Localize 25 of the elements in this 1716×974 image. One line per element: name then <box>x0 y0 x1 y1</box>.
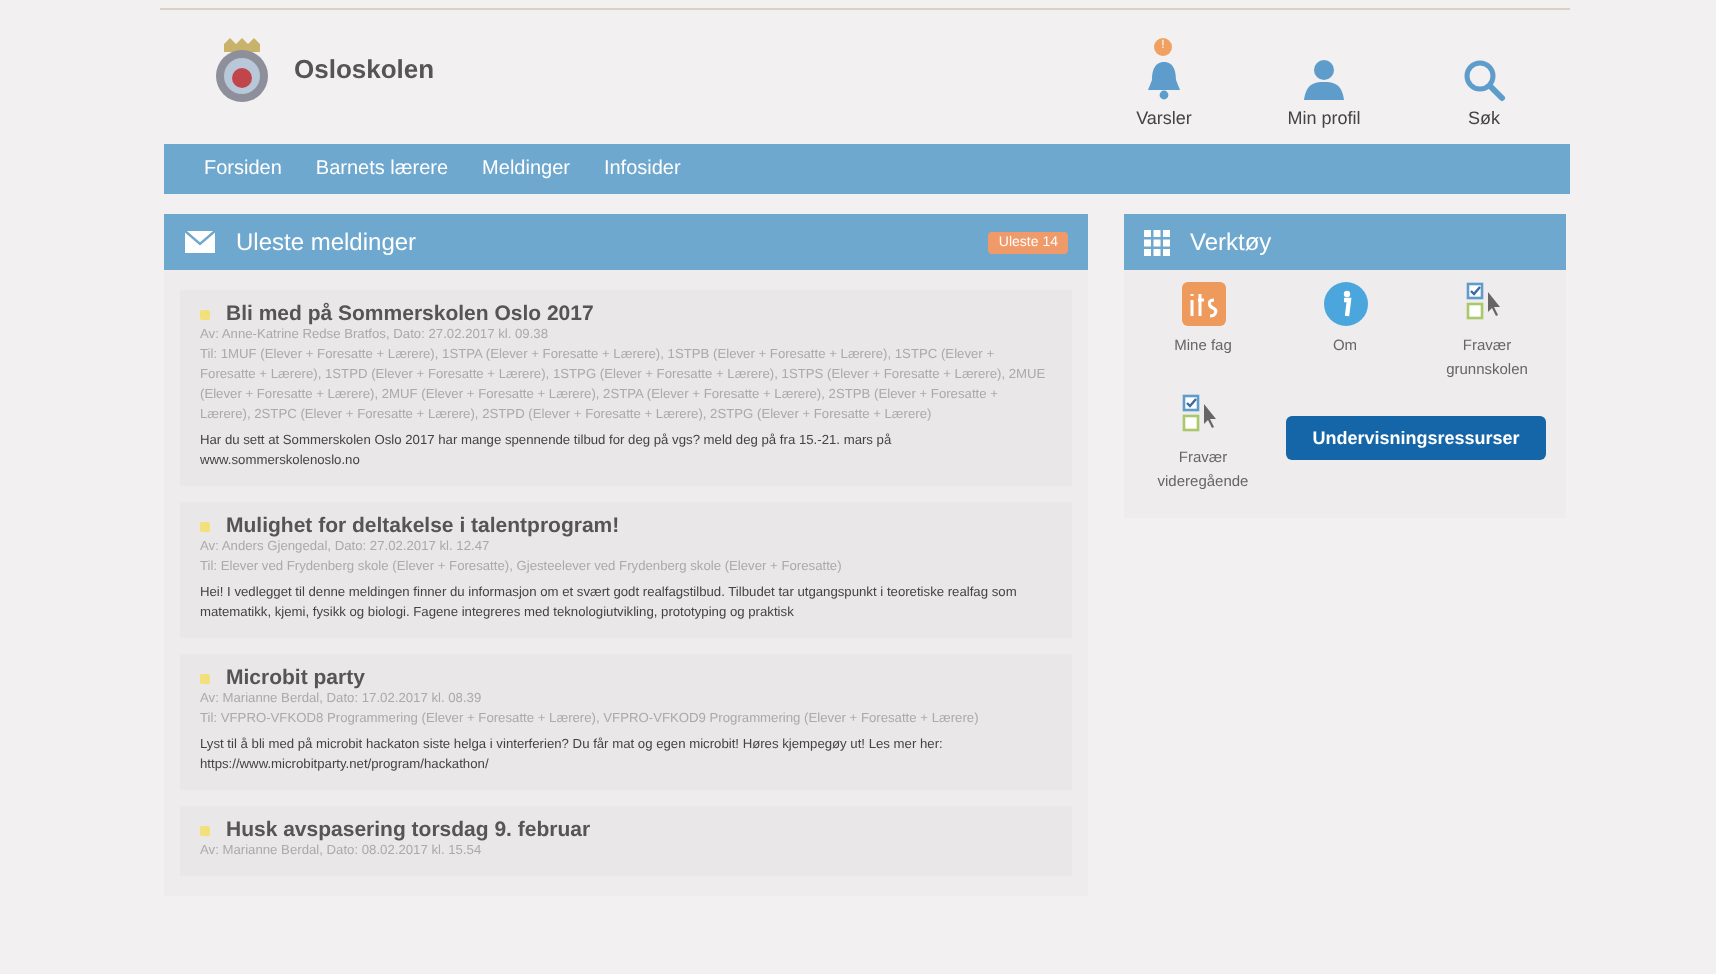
message-title: Mulighet for deltakelse i talentprogram! <box>226 514 620 538</box>
message-card[interactable] <box>180 502 1072 638</box>
message-title: Husk avspasering torsdag 9. februar <box>226 818 591 842</box>
info-icon <box>1323 282 1367 326</box>
message-title: Bli med på Sommerskolen Oslo 2017 <box>226 302 594 326</box>
profile-button[interactable]: Min profil <box>1258 36 1390 128</box>
grid-icon <box>1144 229 1170 255</box>
nav-link[interactable]: Forsiden <box>204 158 282 180</box>
bell-icon <box>1144 58 1184 102</box>
message-title: Microbit party <box>226 666 365 690</box>
search-icon <box>1462 58 1506 102</box>
panel-title: Uleste meldinger <box>236 228 419 256</box>
panel-title: Verktøy <box>1190 228 1274 256</box>
nav-link[interactable]: Infosider <box>603 158 681 180</box>
site-name: Osloskolen <box>294 54 435 84</box>
coat-of-arms-icon <box>212 35 272 103</box>
nav-link[interactable]: Barnets lærere <box>315 158 449 180</box>
nav-link[interactable]: Meldinger <box>482 158 570 180</box>
message-card[interactable] <box>180 290 1072 486</box>
envelope-icon <box>184 230 216 254</box>
person-icon <box>1302 58 1346 102</box>
resources-button[interactable]: Undervisningsressurser <box>1286 416 1546 460</box>
search-button[interactable]: Søk <box>1418 36 1550 128</box>
message-card[interactable] <box>180 654 1072 790</box>
app-tile-icon <box>1181 282 1225 326</box>
